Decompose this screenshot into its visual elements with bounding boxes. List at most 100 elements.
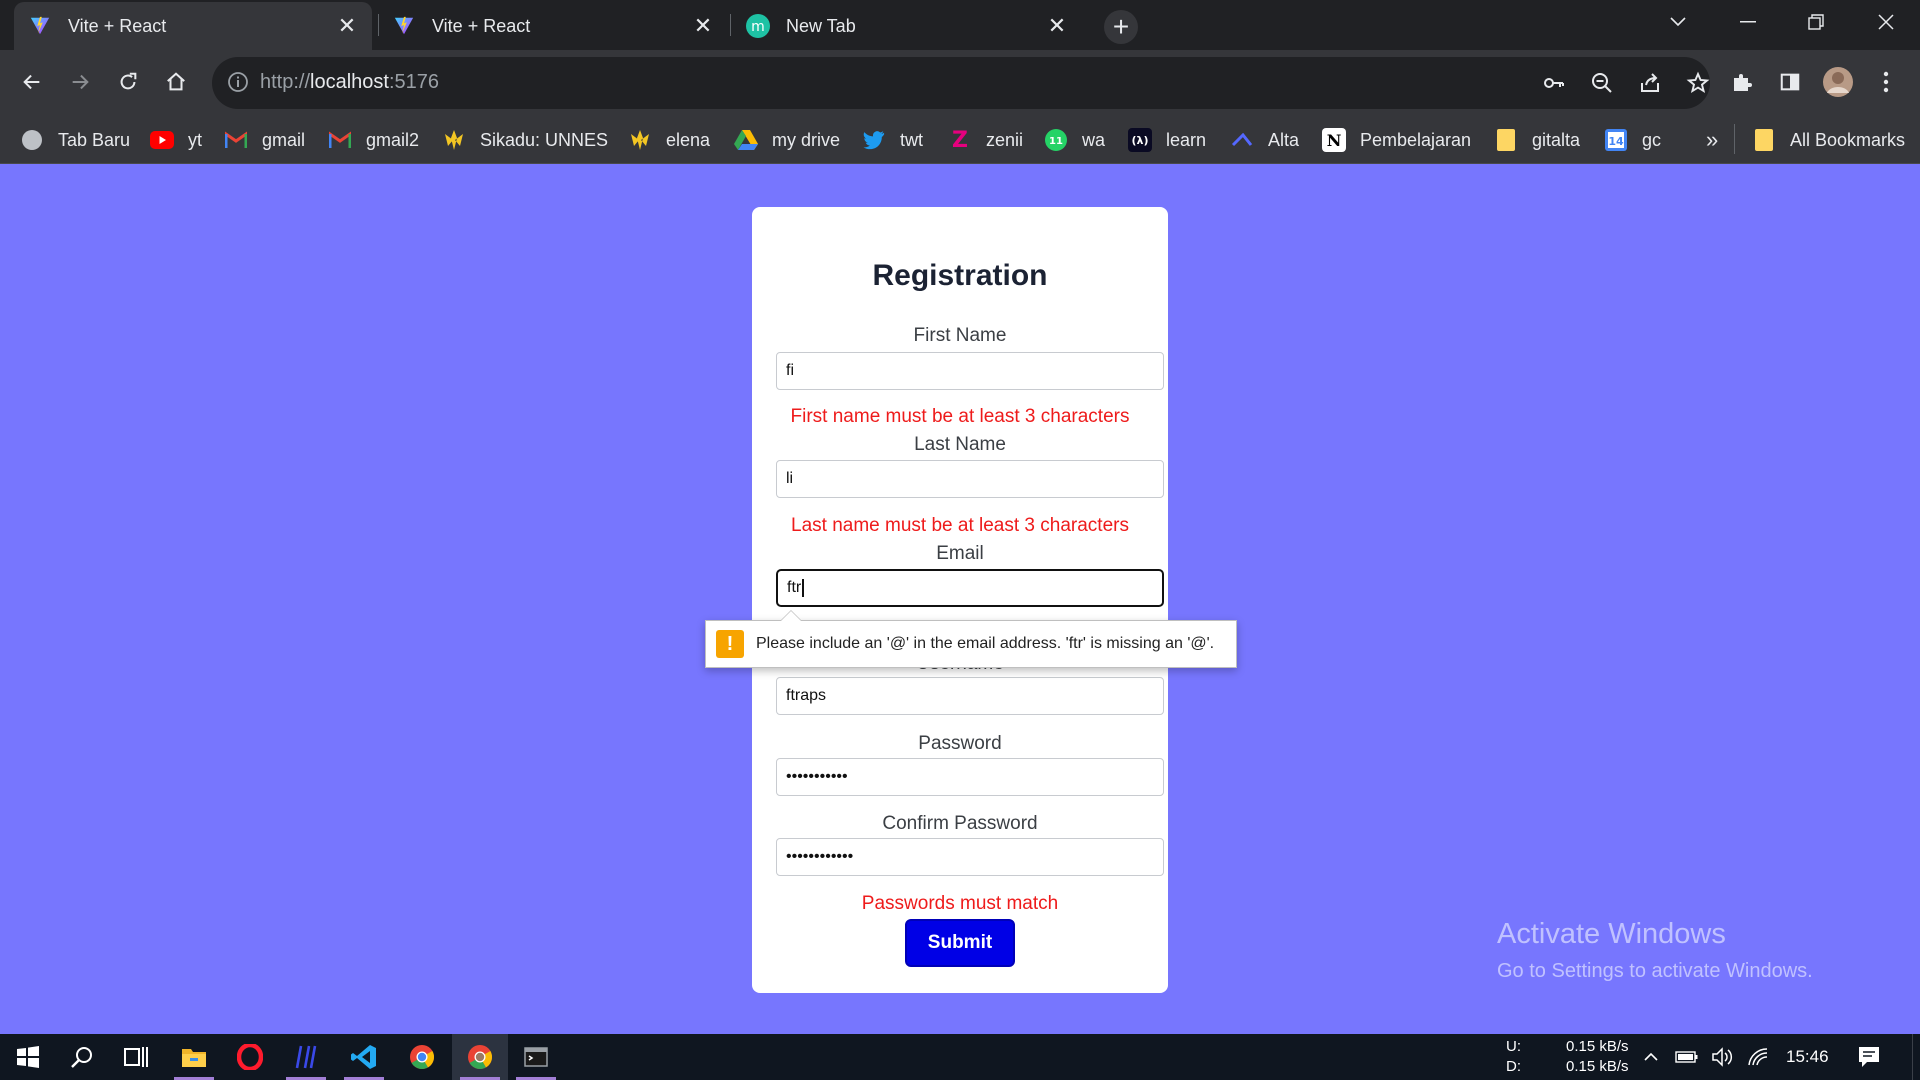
email-value: ftr: [787, 579, 802, 596]
address-bar[interactable]: http://localhost:5176: [212, 57, 1710, 109]
last-name-input[interactable]: li: [776, 460, 1164, 498]
bookmark-sikadu-unnes[interactable]: Sikadu: UNNES: [442, 126, 608, 154]
zenius-icon: Z: [952, 127, 968, 153]
password-key-icon[interactable]: [1536, 65, 1572, 101]
vite-icon: [392, 14, 416, 38]
vite-icon: [28, 14, 52, 38]
bookmark-learn[interactable]: (λ) learn: [1128, 126, 1206, 154]
show-desktop-button[interactable]: [1912, 1034, 1920, 1080]
profile-avatar[interactable]: [1818, 62, 1858, 102]
gmail-icon: [224, 128, 248, 152]
share-icon[interactable]: [1632, 65, 1668, 101]
alta-icon: [1230, 128, 1254, 152]
terminal-icon[interactable]: [508, 1034, 564, 1080]
zoom-out-icon[interactable]: [1584, 65, 1620, 101]
battery-icon[interactable]: [1670, 1034, 1704, 1080]
tab-new-tab[interactable]: m New Tab ✕: [732, 2, 1082, 50]
bookmark-gitalta[interactable]: gitalta: [1494, 126, 1580, 154]
confirm-password-input[interactable]: ••••••••••••: [776, 838, 1164, 876]
activate-windows-title: Activate Windows: [1497, 918, 1726, 950]
password-input[interactable]: •••••••••••: [776, 758, 1164, 796]
site-info-icon[interactable]: [226, 70, 252, 96]
close-tab-icon[interactable]: ✕: [1046, 13, 1068, 38]
notification-center-icon[interactable]: [1842, 1034, 1896, 1080]
password-label: Password: [918, 733, 1002, 754]
last-name-error: Last name must be at least 3 characters: [791, 515, 1129, 536]
bookmark-gmail[interactable]: gmail: [224, 126, 305, 154]
youtube-icon: [150, 128, 174, 152]
username-input[interactable]: ftraps: [776, 677, 1164, 715]
tab-title: Vite + React: [432, 15, 531, 36]
bookmark-tab-baru[interactable]: Tab Baru: [20, 126, 130, 154]
tab-vite-react-2[interactable]: Vite + React ✕: [378, 2, 728, 50]
tab-vite-react-1[interactable]: Vite + React ✕: [14, 2, 372, 50]
unnes-icon: [442, 128, 466, 152]
new-tab-favicon-icon: m: [746, 14, 770, 38]
globe-icon: [20, 128, 44, 152]
submit-button[interactable]: Submit: [905, 919, 1015, 967]
vscode-icon[interactable]: [336, 1034, 392, 1080]
restore-button[interactable]: [1782, 0, 1850, 44]
first-name-error: First name must be at least 3 characters: [790, 406, 1130, 427]
bookmark-wa[interactable]: 11 wa: [1044, 126, 1105, 154]
bookmark-alta[interactable]: Alta: [1230, 126, 1299, 154]
url-text[interactable]: http://localhost:5176: [260, 71, 439, 94]
form-title: Registration: [872, 259, 1048, 292]
start-button[interactable]: [0, 1034, 56, 1080]
chrome-profile-icon[interactable]: [452, 1034, 508, 1080]
task-view-icon[interactable]: [108, 1034, 164, 1080]
show-hidden-icons-chevron-icon[interactable]: [1636, 1034, 1666, 1080]
github-desktop-icon[interactable]: [278, 1034, 334, 1080]
last-name-label: Last Name: [914, 434, 1006, 455]
first-name-label: First Name: [913, 325, 1007, 346]
back-button[interactable]: [12, 62, 52, 102]
opera-icon[interactable]: [222, 1034, 278, 1080]
bookmark-my-drive[interactable]: my drive: [734, 126, 840, 154]
confirm-password-label: Confirm Password: [882, 813, 1038, 834]
bookmark-zenii[interactable]: Z zenii: [948, 126, 1023, 154]
bookmark-pembelajaran[interactable]: N Pembelajaran: [1322, 126, 1471, 154]
download-label: D:: [1506, 1058, 1521, 1075]
first-name-input[interactable]: fi: [776, 352, 1164, 390]
home-button[interactable]: [156, 62, 196, 102]
browser-menu-icon[interactable]: [1866, 62, 1906, 102]
tab-divider: [730, 14, 731, 36]
tab-title: New Tab: [786, 15, 856, 36]
email-input[interactable]: ftr: [776, 569, 1164, 607]
twitter-icon: [862, 128, 886, 152]
tab-strip: Vite + React ✕ Vite + React ✕ m New Tab …: [0, 0, 1920, 50]
bookmark-twt[interactable]: twt: [862, 126, 923, 154]
chrome-icon[interactable]: [394, 1034, 450, 1080]
email-validation-tooltip: ! Please include an '@' in the email add…: [705, 610, 1237, 668]
search-icon[interactable]: [54, 1034, 110, 1080]
close-window-button[interactable]: [1852, 0, 1920, 44]
close-tab-icon[interactable]: ✕: [692, 13, 714, 38]
folder-icon: [1752, 128, 1776, 152]
bookmark-elena[interactable]: elena: [628, 126, 710, 154]
reload-button[interactable]: [108, 62, 148, 102]
taskbar: U: D: 0.15 kB/s 0.15 kB/s 15:46: [0, 1034, 1920, 1080]
all-bookmarks-button[interactable]: All Bookmarks: [1752, 126, 1905, 154]
minimize-button[interactable]: [1714, 0, 1782, 44]
side-panel-icon[interactable]: [1770, 62, 1810, 102]
bookmarks-divider: [1734, 124, 1735, 154]
bookmarks-overflow-button[interactable]: »: [1706, 126, 1718, 154]
tab-search-icon[interactable]: [1644, 0, 1712, 44]
clock-time[interactable]: 15:46: [1786, 1047, 1829, 1067]
svg-text:m: m: [751, 19, 765, 35]
bookmark-yt[interactable]: yt: [150, 126, 202, 154]
whatsapp-icon: 11: [1044, 128, 1068, 152]
wifi-icon[interactable]: [1742, 1034, 1776, 1080]
bookmark-star-icon[interactable]: [1680, 65, 1716, 101]
extensions-icon[interactable]: [1722, 62, 1762, 102]
close-tab-icon[interactable]: ✕: [336, 13, 358, 38]
file-explorer-icon[interactable]: [166, 1034, 222, 1080]
volume-icon[interactable]: [1706, 1034, 1740, 1080]
forward-button[interactable]: [60, 62, 100, 102]
text-cursor: [802, 579, 805, 597]
bookmark-gc[interactable]: 14 gc: [1604, 126, 1661, 154]
bookmark-gmail2[interactable]: gmail2: [328, 126, 419, 154]
download-speed: 0.15 kB/s: [1566, 1058, 1629, 1075]
new-tab-button[interactable]: +: [1104, 10, 1138, 44]
warning-icon: !: [716, 630, 744, 658]
